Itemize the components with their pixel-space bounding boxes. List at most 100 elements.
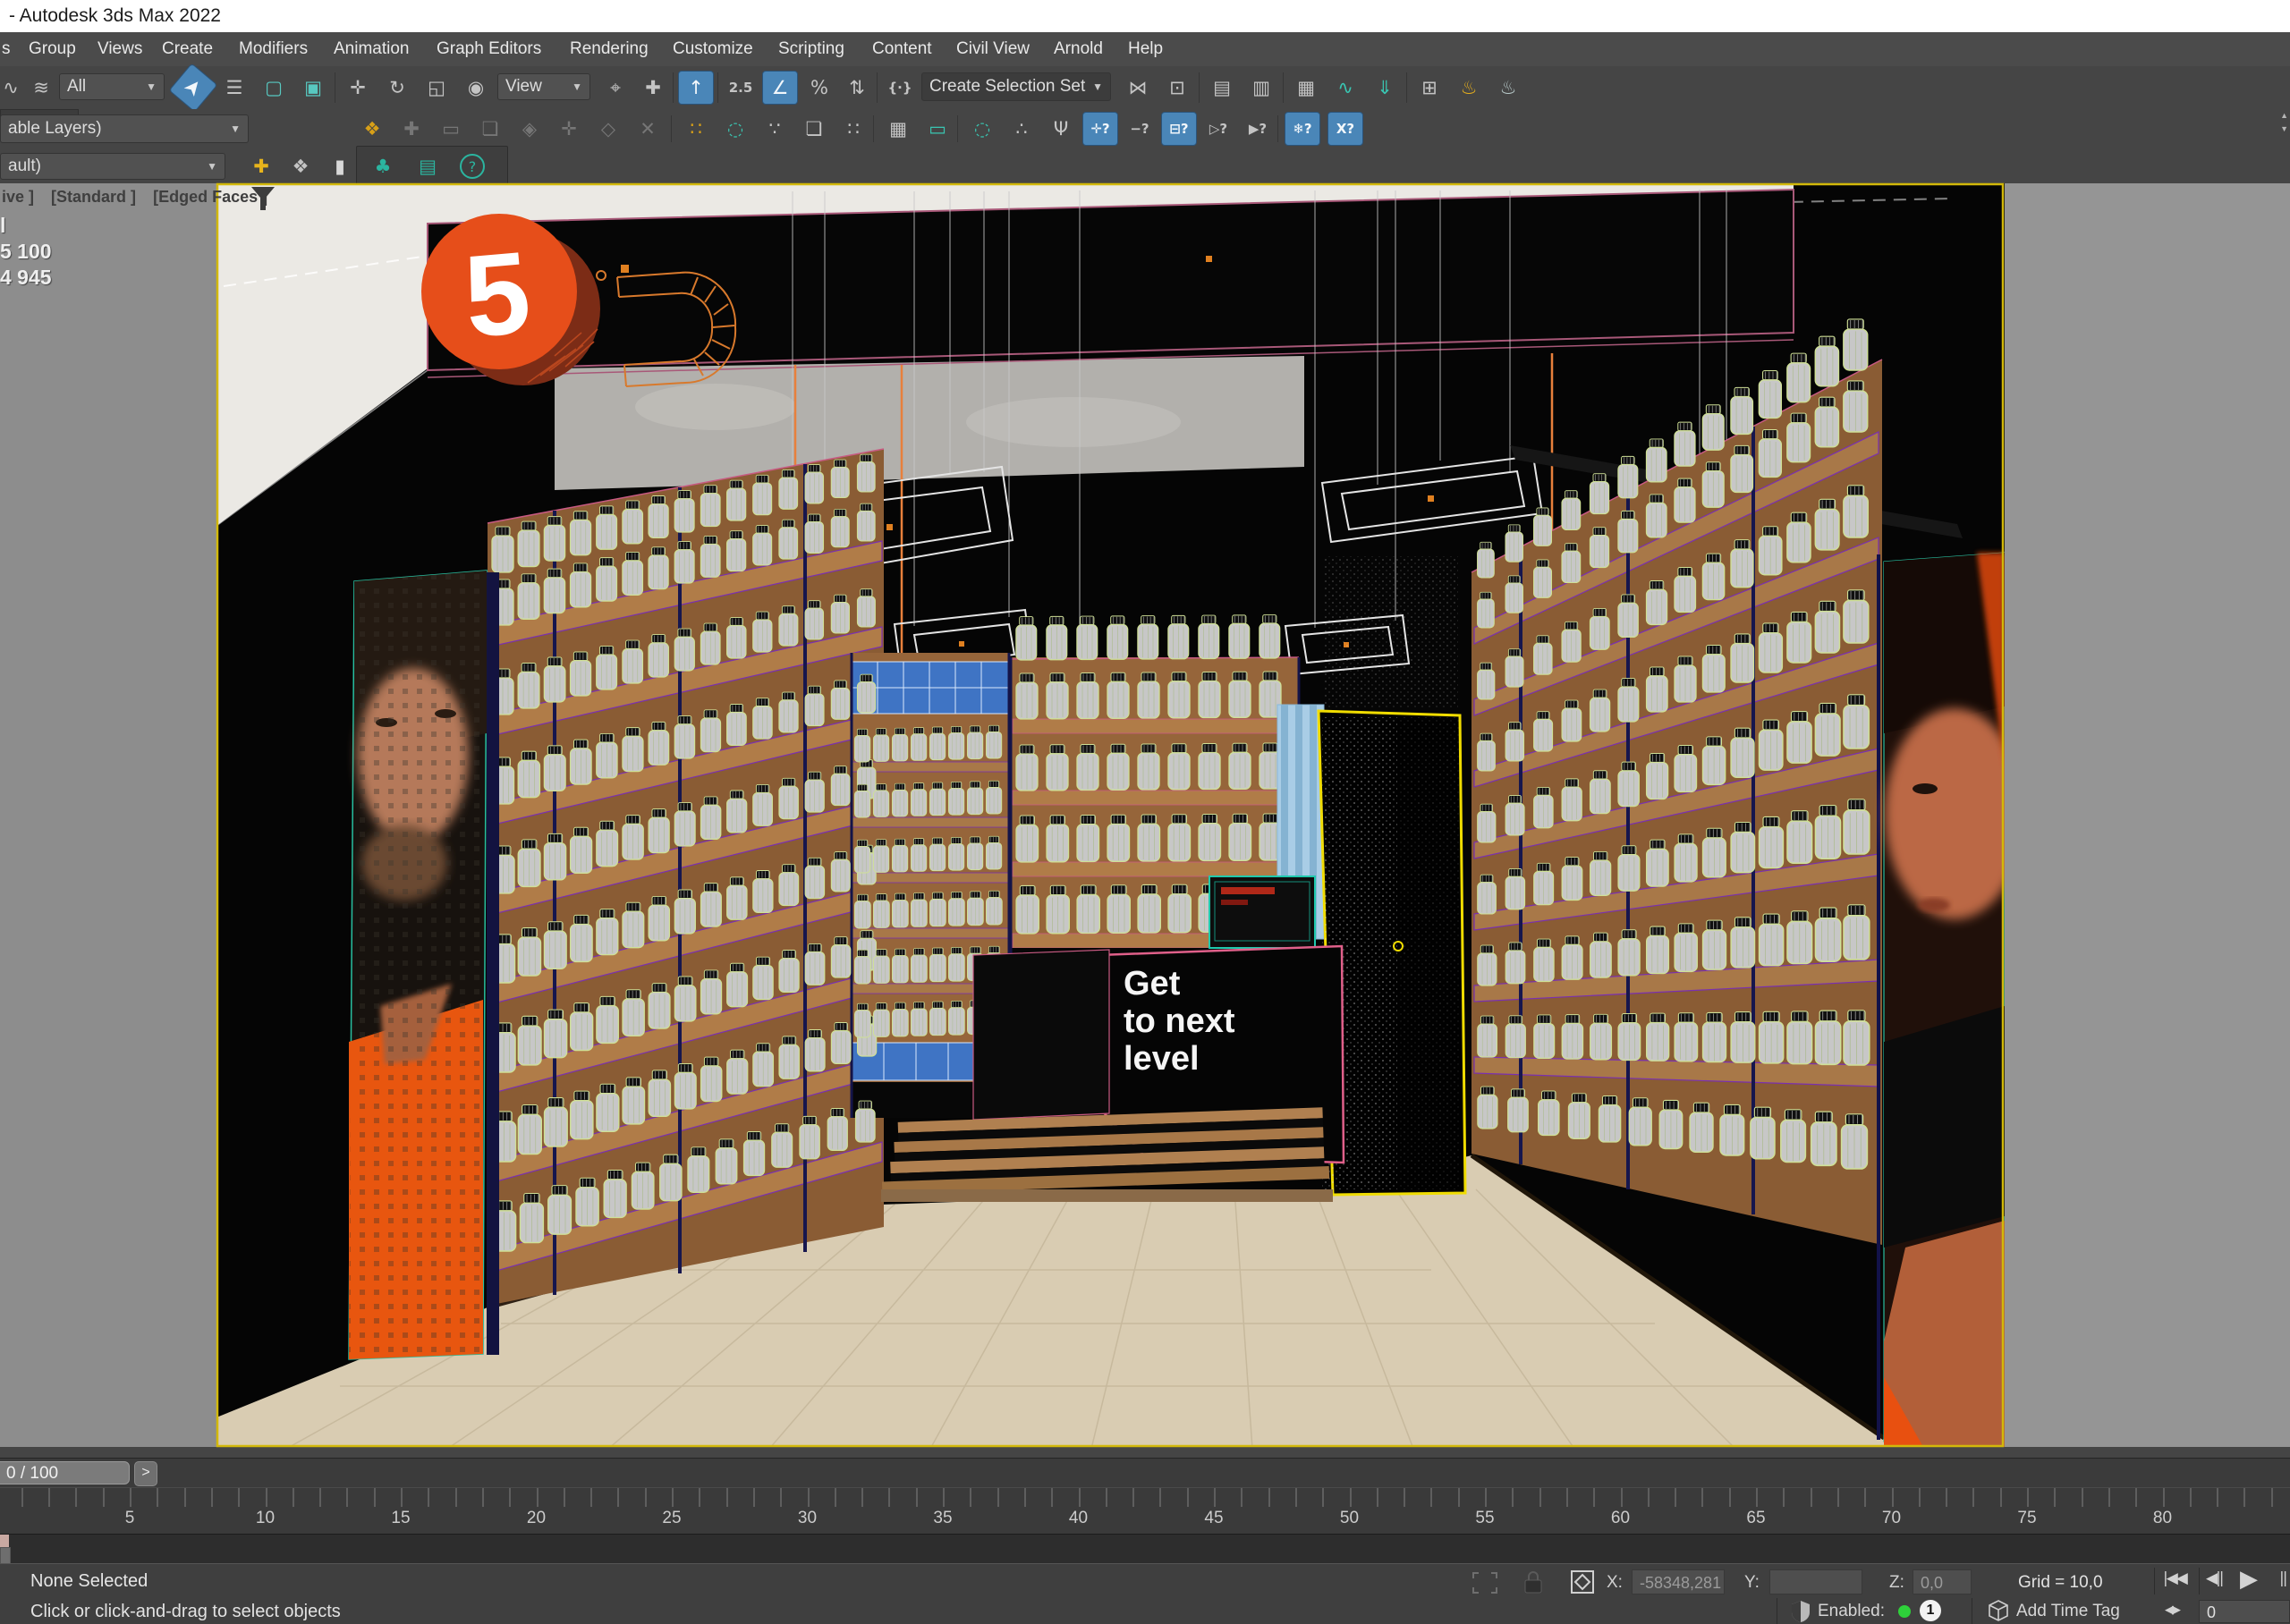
logo-glyph: 5 xyxy=(460,226,536,362)
play-button[interactable]: ▶ xyxy=(2240,1566,2256,1593)
ruler-tick xyxy=(1512,1488,1514,1507)
x-label: X: xyxy=(1607,1573,1623,1593)
ruler-tick xyxy=(537,1488,539,1507)
status-bar: None Selected Click or click-and-drag to… xyxy=(0,1563,2290,1624)
previous-frame-button[interactable]: ◀|| xyxy=(2206,1569,2223,1587)
ruler-tick xyxy=(1132,1488,1134,1507)
viewport-pov-label[interactable]: ive ] xyxy=(2,188,34,206)
ruler-tick xyxy=(1350,1488,1352,1507)
current-frame-field[interactable]: 0 xyxy=(2199,1600,2290,1623)
track-bar-widget-cap[interactable] xyxy=(0,1535,9,1547)
ruler-tick xyxy=(482,1488,484,1507)
ruler-tick xyxy=(916,1488,918,1507)
ruler-tick xyxy=(1783,1488,1785,1507)
ruler-tick xyxy=(943,1488,945,1507)
ruler-tick xyxy=(1430,1488,1432,1507)
ruler-tick xyxy=(1051,1488,1053,1507)
ruler-tick xyxy=(1892,1488,1894,1507)
3dsmax-window: - Autodesk 3ds Max 2022 sGroupViewsCreat… xyxy=(0,0,2290,1624)
ruler-tick xyxy=(1024,1488,1026,1507)
ruler-tick xyxy=(1593,1488,1595,1507)
time-slider-handle[interactable]: 0 / 100 xyxy=(0,1461,130,1484)
viewport-statistics: l 5 100 4 945 xyxy=(0,213,52,291)
enabled-label: Enabled: xyxy=(1818,1602,1885,1621)
ruler-tick xyxy=(808,1488,810,1507)
ruler-tick xyxy=(753,1488,755,1507)
ruler-tick xyxy=(184,1488,186,1507)
ruler-tick xyxy=(780,1488,782,1507)
track-bar-ruler[interactable]: 5101520253035404550556065707580 xyxy=(0,1487,2290,1535)
ruler-tick xyxy=(319,1488,321,1507)
ruler-tick xyxy=(293,1488,294,1507)
next-frame-button[interactable]: > xyxy=(134,1461,157,1486)
ruler-frame-label: 20 xyxy=(510,1509,564,1528)
y-coordinate-field[interactable] xyxy=(1769,1569,1862,1594)
ruler-tick xyxy=(346,1488,348,1507)
viewport-shading-label[interactable]: [Standard ] xyxy=(51,188,136,206)
viewport-label-row[interactable]: ive ] [Standard ] [Edged Faces ] xyxy=(2,188,280,209)
time-tag-cube-icon xyxy=(1988,1600,2009,1621)
ruler-tick xyxy=(645,1488,647,1507)
anim-layer-badge[interactable]: 1 xyxy=(1920,1600,1941,1621)
counter-text-line3: level xyxy=(1124,1040,1200,1078)
selection-status: None Selected xyxy=(30,1571,148,1592)
ruler-tick xyxy=(1079,1488,1081,1507)
absolute-mode-icon[interactable] xyxy=(1570,1569,1595,1594)
time-slider-track[interactable]: 0 / 100 > xyxy=(0,1458,2290,1488)
ruler-tick xyxy=(2000,1488,2002,1507)
z-label: Z: xyxy=(1889,1573,1904,1593)
ruler-tick xyxy=(1377,1488,1378,1507)
ruler-frame-label: 60 xyxy=(1594,1509,1648,1528)
ruler-tick xyxy=(2271,1488,2273,1507)
ruler-tick xyxy=(103,1488,105,1507)
key-mode-toggle[interactable]: ◀▶ xyxy=(2165,1603,2179,1617)
x-coordinate-field[interactable]: -58348,281 xyxy=(1632,1569,1725,1594)
ruler-tick xyxy=(2135,1488,2137,1507)
ruler-tick xyxy=(157,1488,158,1507)
go-to-start-button[interactable]: |◀◀ xyxy=(2163,1569,2186,1587)
ruler-tick xyxy=(130,1488,131,1507)
track-bar-lane[interactable] xyxy=(0,1535,2290,1563)
z-coordinate-field[interactable]: 0,0 xyxy=(1913,1569,1972,1594)
ruler-tick xyxy=(970,1488,971,1507)
add-time-tag[interactable]: Add Time Tag xyxy=(2016,1602,2120,1621)
ruler-frame-label: 65 xyxy=(1729,1509,1783,1528)
ruler-tick xyxy=(2054,1488,2056,1507)
ruler-tick xyxy=(1268,1488,1270,1507)
ruler-tick xyxy=(997,1488,999,1507)
ruler-tick xyxy=(211,1488,213,1507)
ruler-tick xyxy=(888,1488,890,1507)
ruler-tick xyxy=(1701,1488,1703,1507)
ruler-tick xyxy=(1675,1488,1676,1507)
ruler-tick xyxy=(2190,1488,2192,1507)
ruler-tick xyxy=(1837,1488,1839,1507)
ruler-tick xyxy=(1485,1488,1487,1507)
ruler-tick xyxy=(1756,1488,1758,1507)
prompt-line: Click or click-and-drag to select object… xyxy=(30,1602,341,1622)
ruler-frame-label: 55 xyxy=(1458,1509,1512,1528)
ruler-tick xyxy=(1972,1488,1974,1507)
ruler-frame-label: 45 xyxy=(1187,1509,1241,1528)
ruler-frame-label: 75 xyxy=(2000,1509,2054,1528)
ruler-tick xyxy=(1566,1488,1568,1507)
shield-icon[interactable] xyxy=(1791,1600,1811,1623)
perspective-viewport[interactable]: 5 xyxy=(0,0,2290,1624)
per-view-filter-icon[interactable] xyxy=(250,186,277,213)
next-frame-partial-button[interactable]: || xyxy=(2279,1569,2286,1587)
ruler-tick xyxy=(1864,1488,1866,1507)
ruler-tick xyxy=(48,1488,50,1507)
grid-size-label: Grid = 10,0 xyxy=(2018,1573,2103,1593)
ruler-tick xyxy=(1187,1488,1189,1507)
ruler-tick xyxy=(1946,1488,1947,1507)
ruler-tick xyxy=(1729,1488,1731,1507)
ruler-tick xyxy=(2027,1488,2029,1507)
lock-icon[interactable] xyxy=(1522,1569,1544,1594)
ruler-tick xyxy=(509,1488,511,1507)
selection-lock-region-icon[interactable] xyxy=(1472,1571,1498,1594)
ruler-tick xyxy=(2243,1488,2245,1507)
ruler-tick xyxy=(2217,1488,2218,1507)
ruler-tick xyxy=(1919,1488,1921,1507)
man-poster xyxy=(349,571,499,1359)
ruler-tick xyxy=(1295,1488,1297,1507)
ruler-tick xyxy=(2108,1488,2110,1507)
